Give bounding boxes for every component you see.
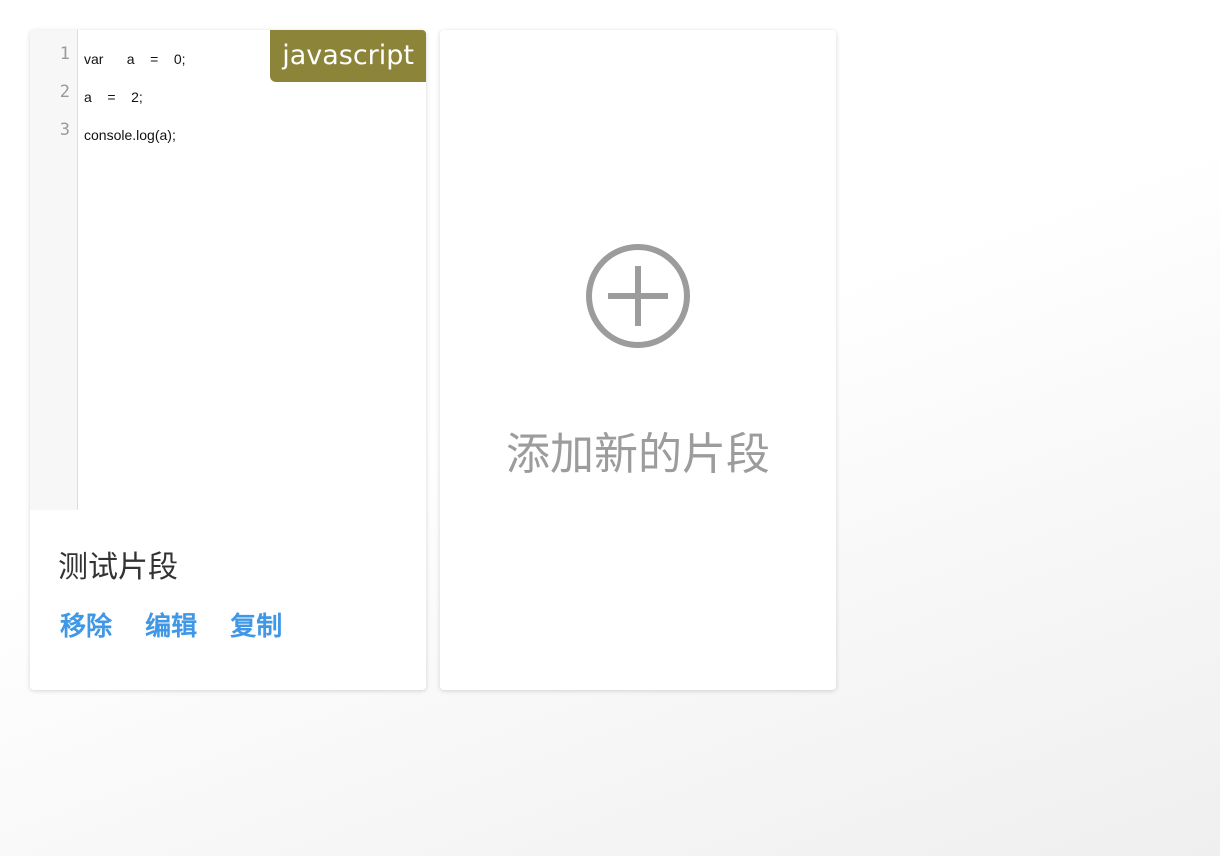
line-number: 3	[59, 120, 70, 140]
line-number: 2	[59, 82, 70, 102]
code-line: var a = 0;	[84, 51, 186, 67]
plus-circle-icon	[586, 244, 690, 348]
add-snippet-label: 添加新的片段	[506, 429, 770, 480]
code-editor[interactable]: 1 2 3 var a = 0; a = 2; console.log(a); …	[30, 30, 426, 510]
add-snippet-card[interactable]: 添加新的片段	[440, 30, 836, 690]
edit-button[interactable]: 编辑	[145, 612, 197, 642]
code-line: console.log(a);	[84, 127, 176, 143]
copy-button[interactable]: 复制	[230, 612, 282, 642]
snippet-title: 测试片段	[58, 550, 178, 585]
snippet-actions: 移除 编辑 复制	[60, 606, 310, 643]
line-number-gutter: 1 2 3	[30, 30, 78, 510]
line-number: 1	[59, 44, 70, 64]
remove-button[interactable]: 移除	[60, 612, 112, 642]
language-badge: javascript	[270, 30, 426, 82]
code-line: a = 2;	[84, 89, 143, 105]
snippet-card: 1 2 3 var a = 0; a = 2; console.log(a); …	[30, 30, 426, 690]
